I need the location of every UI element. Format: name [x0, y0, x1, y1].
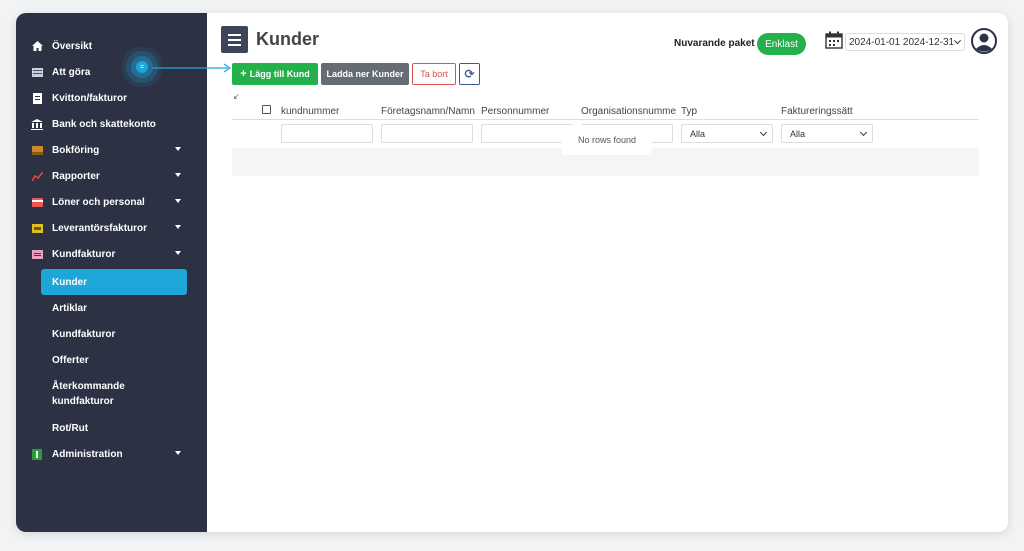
- column-header-organisationsnummer[interactable]: Organisationsnumme: [581, 106, 676, 117]
- tutorial-pointer-icon: =: [136, 61, 148, 73]
- chevron-down-icon: [859, 128, 868, 137]
- hamburger-icon: [228, 33, 241, 36]
- app-window: Översikt Att göra Kvitton/fakturor Bank …: [16, 13, 1008, 532]
- select-all-checkbox[interactable]: [262, 105, 271, 114]
- grid-header-row: kundnummer Företagsnamn/Namn Personnumme…: [232, 102, 979, 120]
- sidebar-item-administration[interactable]: Administration: [16, 441, 207, 467]
- date-range-select[interactable]: 2024-01-01 2024-12-31: [845, 33, 965, 51]
- sidebar-item-kvitton[interactable]: Kvitton/fakturor: [16, 85, 207, 111]
- page-title: Kunder: [256, 29, 319, 49]
- tutorial-arrow-icon: [152, 63, 232, 73]
- download-customers-button[interactable]: Ladda ner Kunder: [321, 63, 409, 85]
- package-label: Nuvarande paket: [674, 38, 755, 49]
- sidebar-item-rapporter[interactable]: Rapporter: [16, 163, 207, 189]
- sidebar-subitem-rotrut[interactable]: Rot/Rut: [41, 415, 187, 441]
- chevron-down-icon: [175, 173, 181, 177]
- customer-grid: kundnummer Företagsnamn/Namn Personnumme…: [232, 102, 979, 176]
- empty-state-message: No rows found: [562, 125, 652, 155]
- home-icon: [31, 40, 43, 52]
- sidebar: Översikt Att göra Kvitton/fakturor Bank …: [16, 13, 207, 532]
- column-header-personnummer[interactable]: Personnummer: [481, 106, 549, 117]
- sidebar-subitem-aterkommande[interactable]: Återkommande kundfakturor: [41, 377, 151, 411]
- main-content: Kunder Nuvarande paket Enklast 2024-01-0…: [207, 13, 1008, 532]
- sidebar-subitem-kunder[interactable]: Kunder: [41, 269, 187, 295]
- package-badge[interactable]: Enklast: [757, 33, 806, 55]
- menu-toggle-button[interactable]: [221, 26, 248, 53]
- supplier-invoice-icon: [31, 222, 43, 234]
- chevron-down-icon: [953, 37, 962, 45]
- delete-button[interactable]: Ta bort: [412, 63, 456, 85]
- refresh-button[interactable]: ⟳: [459, 63, 480, 85]
- column-header-kundnummer[interactable]: kundnummer: [281, 106, 339, 117]
- add-customer-button[interactable]: + Lägg till Kund: [232, 63, 318, 85]
- receipt-icon: [31, 92, 43, 104]
- column-header-foretagsnamn[interactable]: Företagsnamn/Namn: [381, 106, 475, 117]
- chevron-down-icon: [175, 199, 181, 203]
- chevron-down-icon: [175, 451, 181, 455]
- todo-icon: [31, 66, 43, 78]
- sidebar-item-bank[interactable]: Bank och skattekonto: [16, 111, 207, 137]
- chart-icon: [31, 170, 43, 182]
- filter-fakturering-select[interactable]: Alla: [781, 124, 873, 143]
- plus-icon: +: [240, 68, 247, 80]
- chevron-down-icon: [175, 225, 181, 229]
- refresh-icon: ⟳: [464, 67, 475, 81]
- collapse-icon[interactable]: ↙: [233, 93, 241, 101]
- filter-personnummer-input[interactable]: [481, 124, 573, 143]
- sidebar-item-bokforing[interactable]: Bokföring: [16, 137, 207, 163]
- filter-foretagsnamn-input[interactable]: [381, 124, 473, 143]
- column-header-typ[interactable]: Typ: [681, 106, 697, 117]
- sidebar-item-loner[interactable]: Löner och personal: [16, 189, 207, 215]
- sidebar-item-oversikt[interactable]: Översikt: [16, 33, 207, 59]
- sidebar-subitem-artiklar[interactable]: Artiklar: [41, 295, 187, 321]
- chevron-down-icon: [759, 128, 768, 137]
- filter-kundnummer-input[interactable]: [281, 124, 373, 143]
- book-icon: [31, 144, 43, 156]
- bank-icon: [31, 118, 43, 130]
- chevron-down-icon: [175, 251, 181, 255]
- filter-typ-select[interactable]: Alla: [681, 124, 773, 143]
- sidebar-subitem-offerter[interactable]: Offerter: [41, 347, 187, 373]
- calendar-icon[interactable]: [825, 31, 843, 49]
- sidebar-item-kundfakturor[interactable]: Kundfakturor: [16, 241, 207, 267]
- sidebar-subitem-kundfakturor[interactable]: Kundfakturor: [41, 321, 187, 347]
- sidebar-item-leverantorsfakturor[interactable]: Leverantörsfakturor: [16, 215, 207, 241]
- card-icon: [31, 196, 43, 208]
- customer-invoice-icon: [31, 248, 43, 260]
- chevron-down-icon: [175, 147, 181, 151]
- user-avatar-icon[interactable]: [971, 28, 997, 54]
- column-header-faktureringssatt[interactable]: Faktureringssätt: [781, 106, 853, 117]
- admin-icon: [31, 448, 43, 460]
